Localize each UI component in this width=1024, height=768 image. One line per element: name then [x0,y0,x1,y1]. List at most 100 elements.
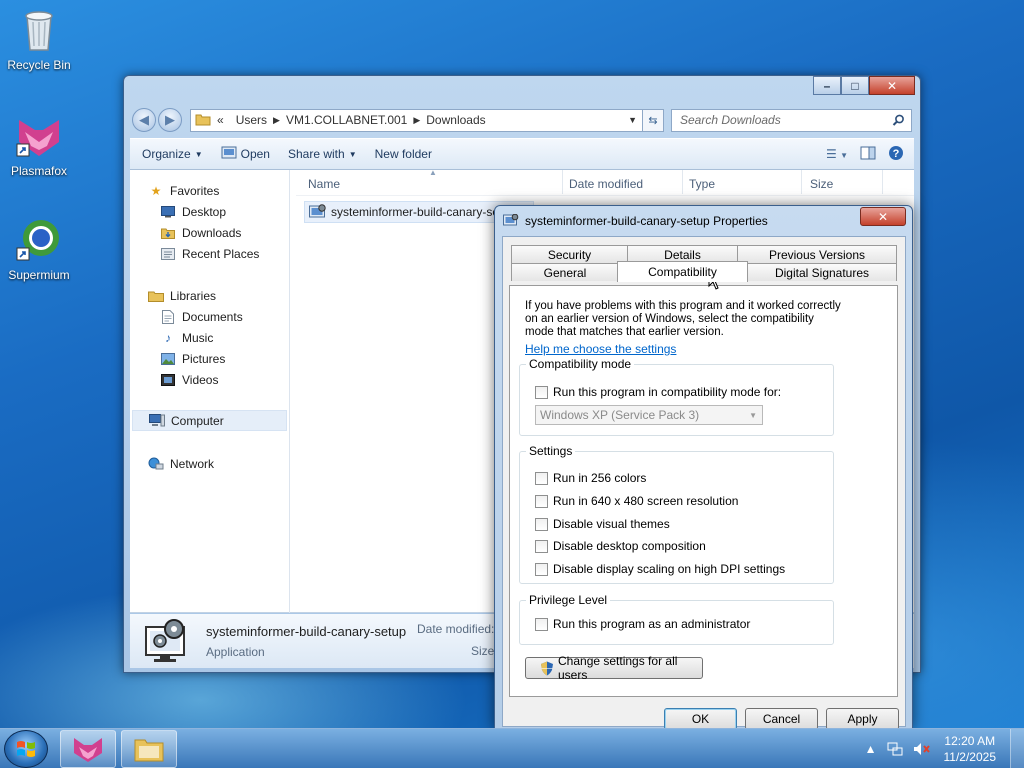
breadcrumb-users[interactable]: Users [236,113,267,127]
view-options-icon[interactable]: ☰ ▼ [826,147,848,161]
nav-music[interactable]: ♪ Music [160,327,320,348]
setting-checkbox-row[interactable]: Disable desktop composition [535,539,706,553]
open-button[interactable]: Open [221,146,270,163]
recent-places-icon [160,246,176,262]
new-folder-button[interactable]: New folder [375,147,432,161]
nav-label: Libraries [170,288,217,303]
setting-checkbox[interactable] [535,471,548,485]
search-placeholder: Search Downloads [680,113,781,127]
setting-checkbox-row[interactable]: Run in 256 colors [535,471,646,485]
close-button[interactable]: ✕ [869,76,915,95]
downloads-folder-icon [160,225,176,241]
preview-pane-icon[interactable] [860,146,876,163]
nav-recent-places[interactable]: Recent Places [160,243,320,264]
column-separator[interactable] [882,170,883,194]
search-input[interactable]: Search Downloads [671,108,912,132]
close-icon: ✕ [877,209,889,224]
setting-checkbox[interactable] [535,517,548,531]
navigation-pane: ★ Favorites Desktop Downloads Recent Pla… [130,170,290,613]
start-button[interactable] [4,730,48,768]
breadcrumb-overflow[interactable]: « [217,113,224,127]
column-type[interactable]: Type [689,177,715,191]
settings-group: Settings Run in 256 colors Run in 640 x … [519,444,834,584]
share-with-label: Share with [287,147,345,161]
refresh-button[interactable]: ⇆ [642,108,664,132]
clock[interactable]: 12:20 AM 11/2/2025 [944,733,997,765]
back-button[interactable]: ◀ [132,108,156,132]
apply-button[interactable]: Apply [826,708,899,728]
taskbar: ▲ 12:20 AM 11/2/2025 [0,728,1024,768]
nav-pictures[interactable]: Pictures [160,348,320,369]
nav-favorites[interactable]: ★ Favorites [148,180,308,201]
forward-button[interactable]: ▶ [158,108,182,132]
compat-mode-select[interactable]: Windows XP (Service Pack 3) ▼ [535,405,763,425]
show-hidden-icons-icon[interactable]: ▲ [865,742,877,756]
column-separator[interactable] [801,170,802,194]
address-dropdown-icon[interactable]: ▼ [628,115,637,125]
column-name[interactable]: Name [308,177,340,191]
checkbox-label: Run in 640 x 480 screen resolution [553,494,739,508]
setting-checkbox[interactable] [535,494,548,508]
help-icon[interactable]: ? [888,145,904,164]
recycle-bin-icon [15,6,63,54]
minimize-button[interactable]: – [813,76,841,95]
plasmafox-icon [72,735,104,763]
taskbar-explorer[interactable] [121,730,177,768]
network-icon [148,456,164,472]
new-folder-label: New folder [374,147,432,161]
nav-libraries[interactable]: Libraries [148,285,308,306]
taskbar-plasmafox[interactable] [60,730,116,768]
column-size[interactable]: Size [810,177,833,191]
tab-security[interactable]: Security [511,245,628,263]
setting-checkbox[interactable] [535,539,548,553]
breadcrumb-separator-icon[interactable]: ▶ [413,115,420,126]
tab-digital-signatures[interactable]: Digital Signatures [747,263,897,281]
ok-button[interactable]: OK [664,708,737,728]
breadcrumb-separator-icon[interactable]: ▶ [273,115,280,126]
nav-label: Music [182,330,214,345]
volume-muted-icon[interactable] [913,742,931,756]
tab-previous-versions[interactable]: Previous Versions [737,245,897,263]
desktop-icon-plasmafox[interactable]: Plasmafox [1,112,77,178]
run-as-admin-row[interactable]: Run this program as an administrator [535,617,750,631]
tab-general[interactable]: General [511,263,619,281]
change-settings-all-users-button[interactable]: Change settings for all users [525,654,703,682]
share-with-menu[interactable]: Share with ▼ [288,147,357,161]
show-desktop-button[interactable] [1010,729,1024,768]
breadcrumb-downloads[interactable]: Downloads [426,113,485,127]
organize-menu[interactable]: Organize ▼ [142,147,203,161]
compat-mode-checkbox[interactable] [535,385,548,399]
nav-network[interactable]: Network [148,453,308,474]
button-label: Change settings for all users [558,654,678,682]
network-status-icon[interactable] [887,742,903,756]
nav-documents[interactable]: Documents [160,306,320,327]
tab-compatibility[interactable]: Compatibility [617,261,748,282]
supermium-icon [15,216,63,264]
setting-checkbox[interactable] [535,562,548,576]
setting-checkbox-row[interactable]: Disable visual themes [535,517,670,531]
setting-checkbox-row[interactable]: Disable display scaling on high DPI sett… [535,562,785,576]
desktop-icon-supermium[interactable]: Supermium [1,216,77,282]
desktop-icon-recycle-bin[interactable]: Recycle Bin [1,6,77,72]
nav-desktop[interactable]: Desktop [160,201,320,222]
setting-checkbox-row[interactable]: Run in 640 x 480 screen resolution [535,494,738,508]
help-choose-settings-link[interactable]: Help me choose the settings [525,342,676,356]
nav-label: Computer [171,413,224,428]
nav-downloads[interactable]: Downloads [160,222,320,243]
run-as-admin-checkbox[interactable] [535,617,548,631]
maximize-button[interactable]: □ [841,76,869,95]
dialog-close-button[interactable]: ✕ [860,207,906,226]
column-separator[interactable] [562,170,563,194]
folder-icon [195,112,211,129]
cancel-button[interactable]: Cancel [745,708,818,728]
nav-videos[interactable]: Videos [160,369,320,390]
nav-computer[interactable]: Computer [132,410,287,431]
search-icon[interactable] [892,114,905,130]
column-date-modified[interactable]: Date modified [569,177,643,191]
compat-mode-checkbox-row[interactable]: Run this program in compatibility mode f… [535,385,781,399]
address-bar[interactable]: « Users ▶ VM1.COLLABNET.001 ▶ Downloads … [190,108,643,132]
checkbox-label: Disable desktop composition [553,539,706,553]
checkbox-label: Disable display scaling on high DPI sett… [553,562,786,576]
breadcrumb-user-folder[interactable]: VM1.COLLABNET.001 [286,113,407,127]
column-separator[interactable] [682,170,683,194]
